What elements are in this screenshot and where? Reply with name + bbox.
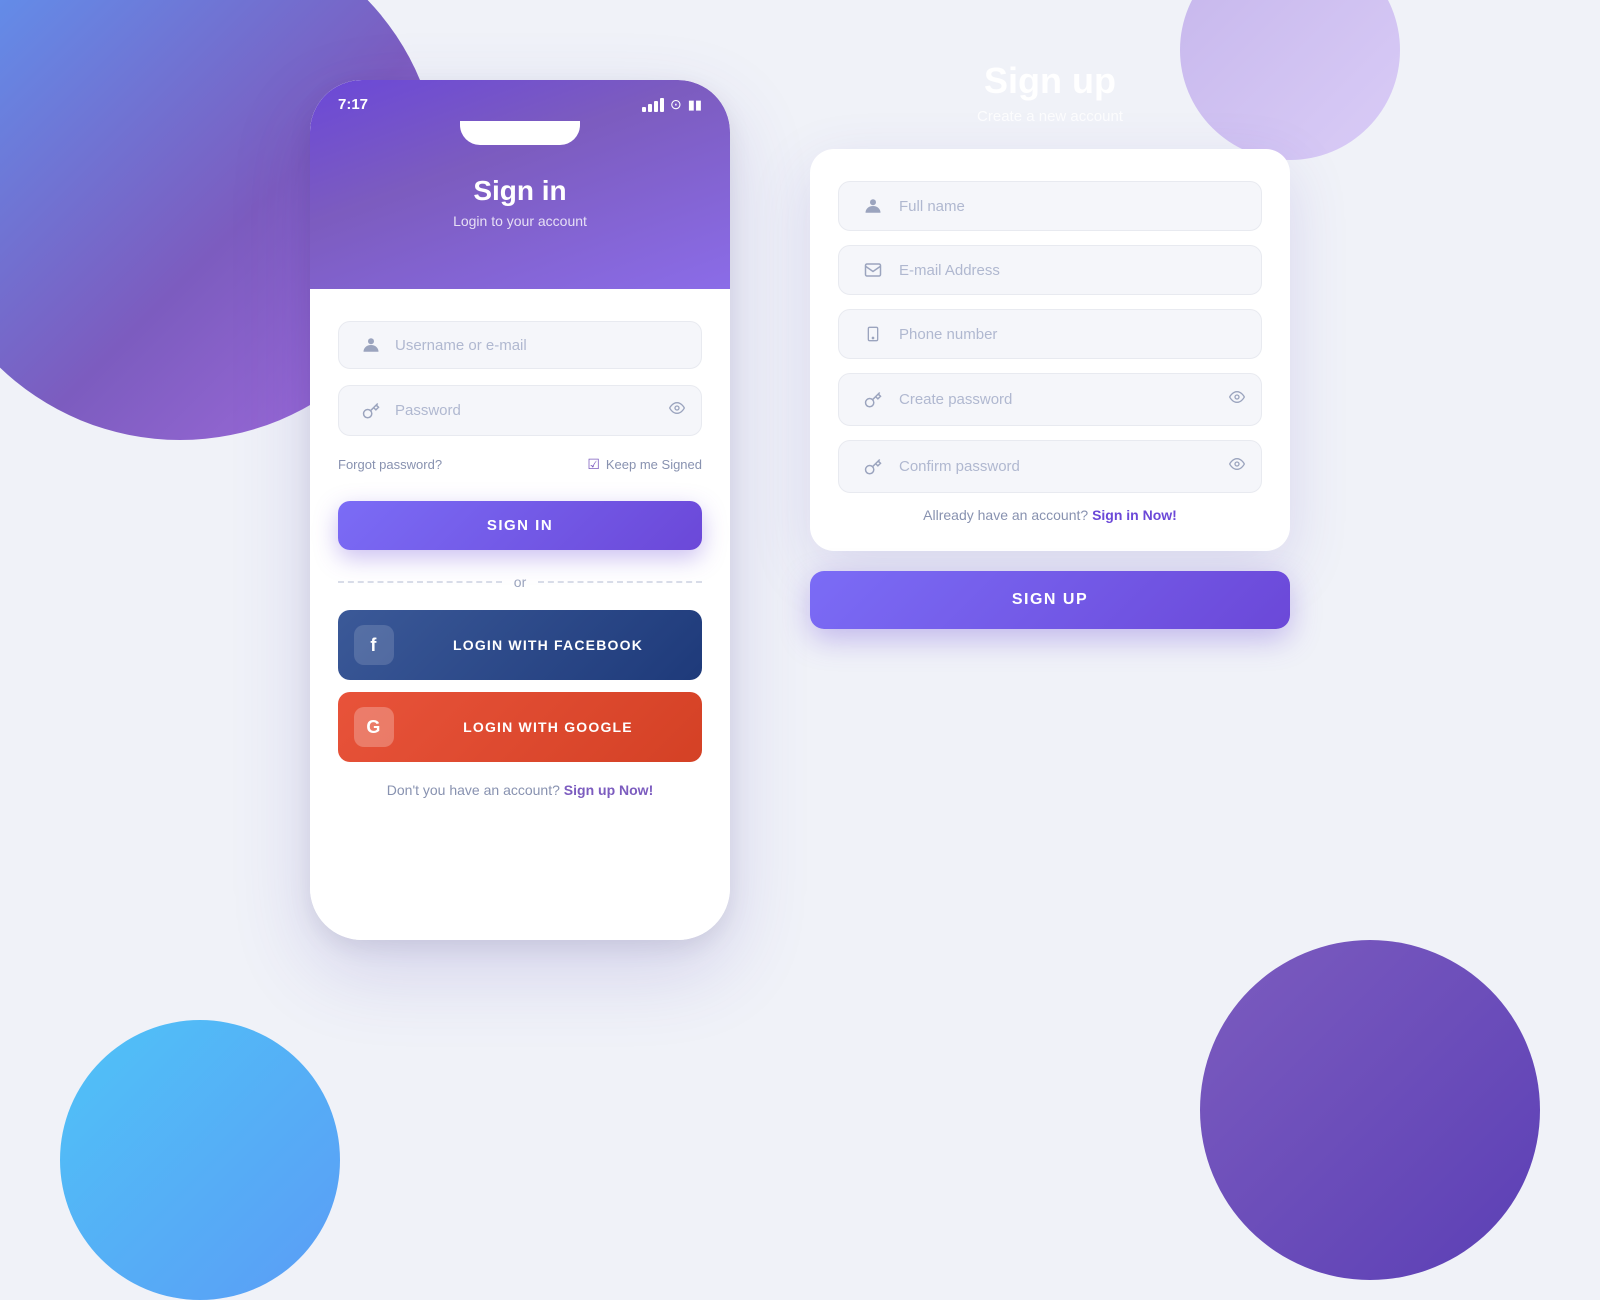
facebook-button-label: LOGIN WITH FACEBOOK [410, 637, 686, 653]
battery-icon: ▮▮ [688, 97, 702, 113]
phone-header: 7:17 ⊙ ▮▮ Sign in Login to your account [310, 80, 730, 289]
create-password-input[interactable] [891, 391, 1229, 408]
already-account-text: Allready have an account? [923, 507, 1088, 523]
signin-phone-mockup: 7:17 ⊙ ▮▮ Sign in Login to your account [310, 80, 730, 940]
confirm-password-input[interactable] [891, 458, 1229, 475]
signup-panel: Sign up Create a new account [810, 60, 1290, 629]
confirm-password-eye-icon[interactable] [1229, 456, 1245, 477]
main-container: 7:17 ⊙ ▮▮ Sign in Login to your account [0, 0, 1600, 1200]
status-bar: 7:17 ⊙ ▮▮ [310, 80, 730, 121]
facebook-icon: f [354, 625, 394, 665]
fullname-input-row [838, 181, 1262, 231]
keep-signed-row: ☑ Keep me Signed [587, 456, 702, 473]
signup-button[interactable]: SIGN UP [810, 571, 1290, 629]
fullname-user-icon [855, 197, 891, 215]
email-input-row [838, 245, 1262, 295]
signup-now-link[interactable]: Sign up Now! [564, 782, 653, 798]
signin-subtitle: Login to your account [330, 213, 710, 229]
username-input[interactable] [387, 337, 685, 354]
signal-bar-1 [642, 107, 646, 112]
email-icon [855, 261, 891, 279]
signin-button[interactable]: SIGN IN [338, 501, 702, 550]
signup-header: Sign up Create a new account [977, 60, 1123, 125]
phone-title-area: Sign in Login to your account [310, 165, 730, 249]
status-time: 7:17 [338, 96, 368, 113]
phone-icon [855, 325, 891, 343]
forgot-row: Forgot password? ☑ Keep me Signed [338, 456, 702, 473]
username-input-row [338, 321, 702, 369]
phone-input-row [838, 309, 1262, 359]
signin-now-link[interactable]: Sign in Now! [1092, 507, 1177, 523]
forgot-password-text[interactable]: Forgot password? [338, 457, 442, 472]
wifi-icon: ⊙ [670, 96, 682, 113]
password-eye-icon[interactable] [669, 400, 685, 421]
or-line-right [538, 581, 702, 583]
signin-title: Sign in [330, 175, 710, 207]
fullname-input[interactable] [891, 198, 1245, 215]
signal-bar-2 [648, 104, 652, 112]
key-icon [355, 402, 387, 420]
checkbox-icon[interactable]: ☑ [587, 456, 600, 473]
password-input[interactable] [387, 402, 669, 419]
facebook-login-button[interactable]: f LOGIN WITH FACEBOOK [338, 610, 702, 680]
already-account-row: Allready have an account? Sign in Now! [838, 507, 1262, 523]
signup-card: Allready have an account? Sign in Now! [810, 149, 1290, 551]
signup-subtitle: Create a new account [977, 108, 1123, 125]
signin-footer-text: Don't you have an account? [387, 782, 560, 798]
create-password-key-icon [855, 391, 891, 409]
signal-bar-3 [654, 101, 658, 112]
status-icons: ⊙ ▮▮ [642, 96, 702, 113]
signal-bars-icon [642, 98, 664, 112]
google-icon: G [354, 707, 394, 747]
confirm-password-key-icon [855, 458, 891, 476]
google-login-button[interactable]: G LOGIN WITH GOOGLE [338, 692, 702, 762]
or-text: or [514, 574, 526, 590]
user-icon [355, 336, 387, 354]
signin-footer: Don't you have an account? Sign up Now! [338, 782, 702, 798]
or-line-left [338, 581, 502, 583]
create-password-eye-icon[interactable] [1229, 389, 1245, 410]
signin-form-body: Forgot password? ☑ Keep me Signed SIGN I… [310, 289, 730, 940]
google-button-label: LOGIN WITH GOOGLE [410, 719, 686, 735]
confirm-password-input-row [838, 440, 1262, 493]
phone-input[interactable] [891, 326, 1245, 343]
password-input-row [338, 385, 702, 436]
or-divider: or [338, 574, 702, 590]
signal-bar-4 [660, 98, 664, 112]
keep-signed-label: Keep me Signed [606, 457, 702, 472]
email-input[interactable] [891, 262, 1245, 279]
phone-notch [460, 121, 580, 145]
create-password-input-row [838, 373, 1262, 426]
signup-title: Sign up [977, 60, 1123, 102]
